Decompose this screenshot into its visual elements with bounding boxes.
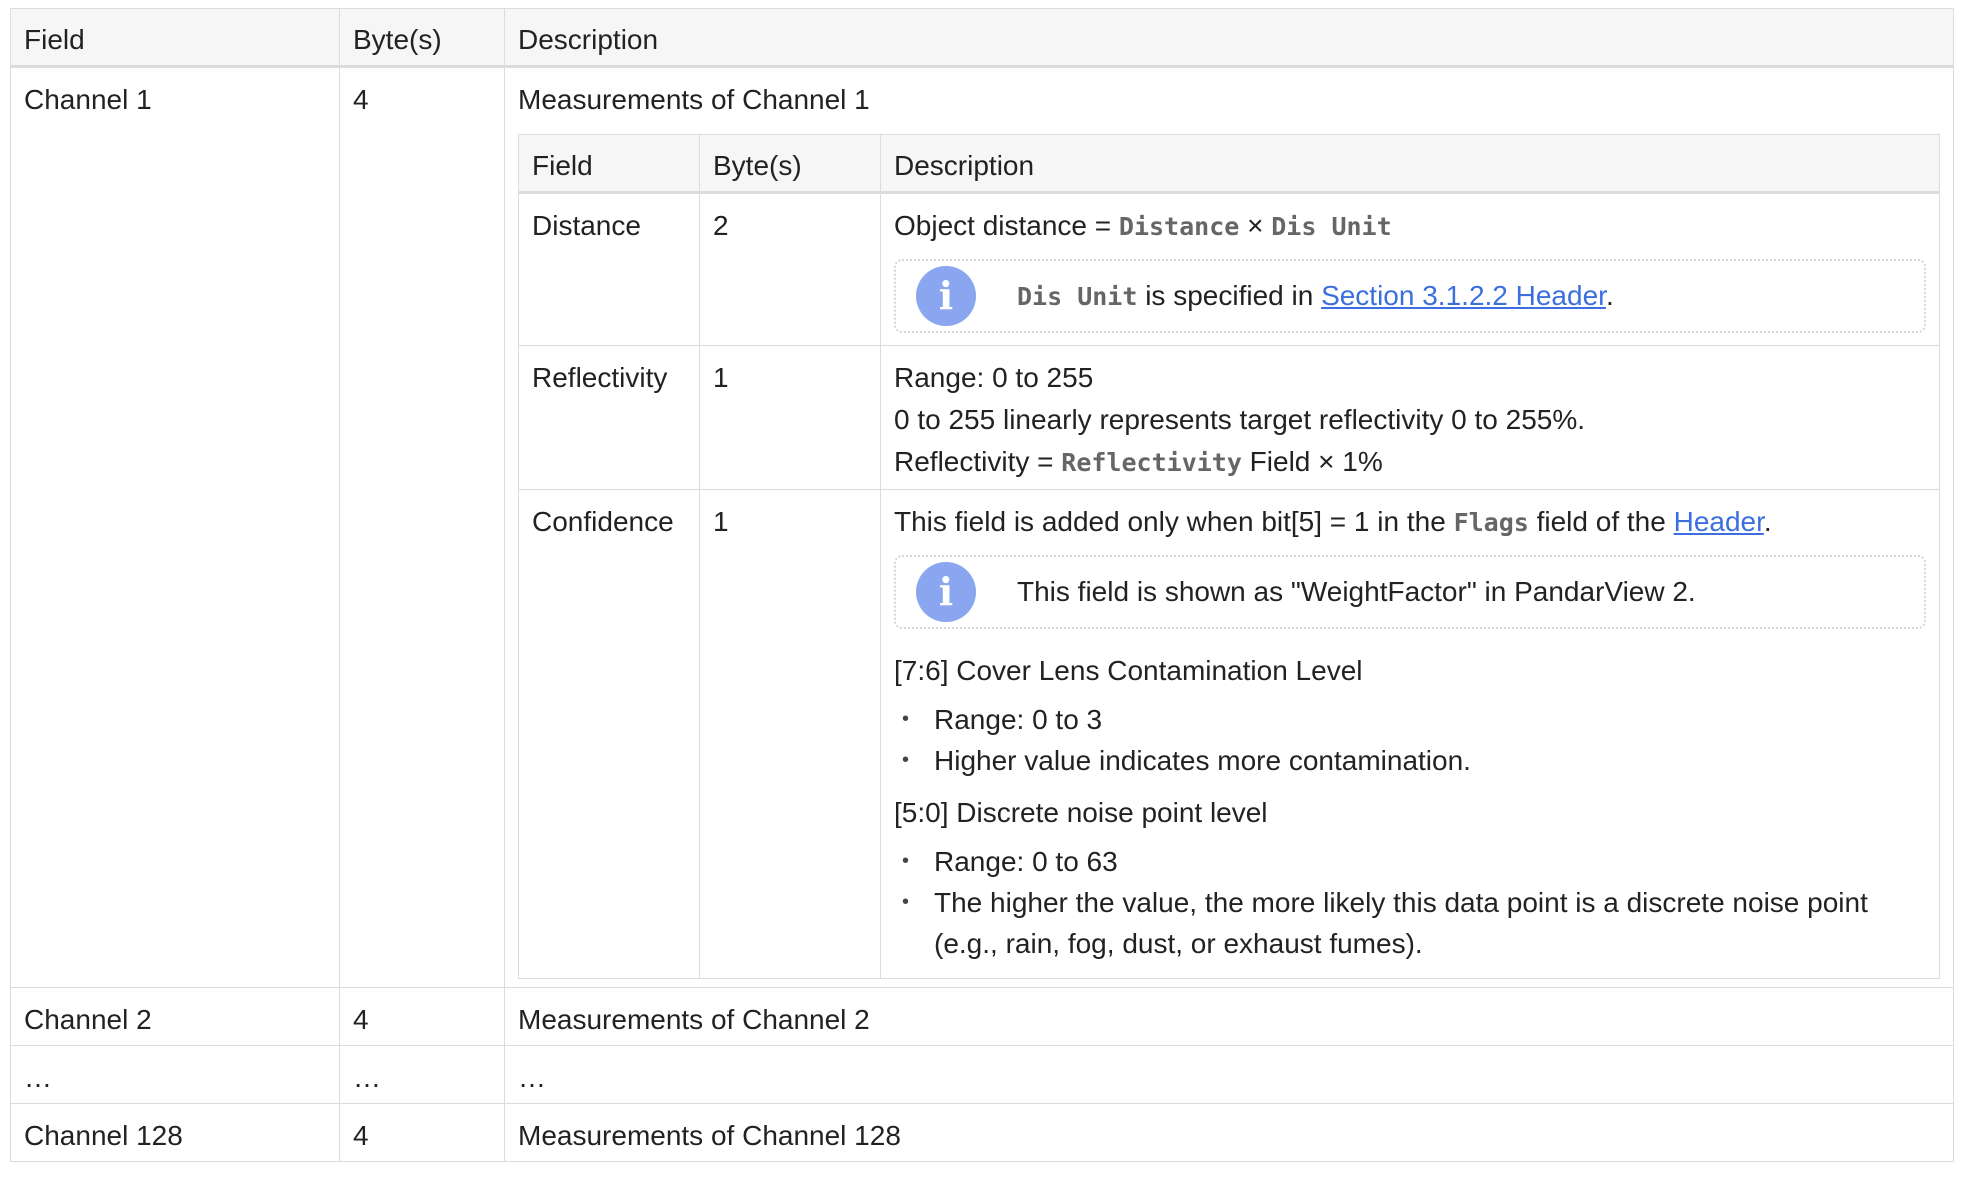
info-note: i This field is shown as "WeightFactor" … (894, 555, 1926, 629)
table-row: Channel 2 4 Measurements of Channel 2 (10, 987, 1954, 1046)
channel-subfields-table: Field Byte(s) Description Distance 2 Obj… (518, 134, 1940, 979)
distance-formula: Object distance = Distance × Dis Unit (894, 208, 1926, 245)
table-row: Channel 128 4 Measurements of Channel 12… (10, 1103, 1954, 1162)
formula-text: Reflectivity = (894, 446, 1062, 477)
code-dis-unit: Dis Unit (1017, 281, 1138, 311)
header-description: Description (504, 8, 1954, 68)
cell-field: Channel 2 (10, 987, 340, 1046)
note-text: Dis Unit is specified in Section 3.1.2.2… (1017, 278, 1614, 315)
code-dis-unit: Dis Unit (1271, 212, 1392, 241)
cell-field: Channel 1 (10, 66, 340, 988)
list-item: Range: 0 to 3 (894, 699, 1926, 740)
cell-description: … (504, 1045, 1954, 1104)
subheader-field: Field (518, 134, 700, 194)
code-reflectivity: Reflectivity (1061, 448, 1242, 477)
cell-field: … (10, 1045, 340, 1104)
cell-bytes: 4 (339, 987, 505, 1046)
cell-field: Channel 128 (10, 1103, 340, 1162)
cell-bytes: 4 (339, 1103, 505, 1162)
info-icon: i (916, 266, 976, 326)
table-header-row: Field Byte(s) Description (10, 8, 1954, 68)
cell-bytes: … (339, 1045, 505, 1104)
table-row: … … … (10, 1045, 1954, 1104)
info-note: i Dis Unit is specified in Section 3.1.2… (894, 259, 1926, 333)
subcell-description: Object distance = Distance × Dis Unit i … (880, 192, 1940, 346)
header-field: Field (10, 8, 340, 68)
note-text: This field is shown as "WeightFactor" in… (1017, 576, 1696, 607)
code-flags: Flags (1453, 508, 1529, 537)
noise-title: [5:0] Discrete noise point level (894, 797, 1268, 828)
section-header-link[interactable]: Section 3.1.2.2 Header (1321, 280, 1606, 311)
contamination-title: [7:6] Cover Lens Contamination Level (894, 655, 1363, 686)
noise-list: Range: 0 to 63 The higher the value, the… (894, 841, 1926, 964)
subcell-bytes: 1 (699, 489, 881, 979)
subtable-header-row: Field Byte(s) Description (518, 134, 1940, 194)
header-bytes: Byte(s) (339, 8, 505, 68)
contamination-list: Range: 0 to 3 Higher value indicates mor… (894, 699, 1926, 781)
cell-description: Measurements of Channel 1 Field Byte(s) … (504, 66, 1954, 988)
document: Field Byte(s) Description Channel 1 4 Me… (10, 8, 1954, 1162)
subcell-field: Confidence (518, 489, 700, 979)
subcell-description: This field is added only when bit[5] = 1… (880, 489, 1940, 979)
reflectivity-range: Range: 0 to 255 (894, 362, 1094, 393)
note-text-part: is specified in (1137, 279, 1322, 311)
subcell-bytes: 2 (699, 192, 881, 346)
subcell-field: Reflectivity (518, 345, 700, 490)
subcell-bytes: 1 (699, 345, 881, 490)
intro-text-end: . (1763, 506, 1772, 537)
list-item: The higher the value, the more likely th… (894, 882, 1926, 964)
reflectivity-formula: Reflectivity = Reflectivity Field × 1% (894, 444, 1926, 481)
subtable-row-reflectivity: Reflectivity 1 Range: 0 to 255 0 to 255 … (518, 345, 1940, 490)
subtable-row-distance: Distance 2 Object distance = Distance × … (518, 192, 1940, 346)
subcell-field: Distance (518, 192, 700, 346)
list-item: Higher value indicates more contaminatio… (894, 740, 1926, 781)
code-distance: Distance (1118, 212, 1240, 241)
header-link[interactable]: Header (1674, 506, 1764, 537)
subheader-description: Description (880, 134, 1940, 194)
formula-text-suffix: Field × 1% (1241, 446, 1383, 477)
confidence-intro: This field is added only when bit[5] = 1… (894, 504, 1926, 541)
point-data-table: Field Byte(s) Description Channel 1 4 Me… (10, 8, 1954, 1162)
subtable-row-confidence: Confidence 1 This field is added only wh… (518, 489, 1940, 979)
info-icon: i (916, 562, 976, 622)
channel-description: Measurements of Channel 1 (518, 84, 870, 115)
cell-bytes: 4 (339, 66, 505, 988)
table-row: Channel 1 4 Measurements of Channel 1 Fi… (10, 66, 1954, 988)
times-sign: × (1239, 210, 1272, 241)
subheader-bytes: Byte(s) (699, 134, 881, 194)
reflectivity-mapping: 0 to 255 linearly represents target refl… (894, 404, 1586, 435)
list-item: Range: 0 to 63 (894, 841, 1926, 882)
intro-text-mid: field of the (1528, 506, 1674, 537)
formula-text: Object distance = (894, 210, 1119, 241)
cell-description: Measurements of Channel 2 (504, 987, 1954, 1046)
intro-text: This field is added only when bit[5] = 1… (894, 506, 1454, 537)
note-text-end: . (1605, 279, 1614, 311)
subcell-description: Range: 0 to 255 0 to 255 linearly repres… (880, 345, 1940, 490)
cell-description: Measurements of Channel 128 (504, 1103, 1954, 1162)
